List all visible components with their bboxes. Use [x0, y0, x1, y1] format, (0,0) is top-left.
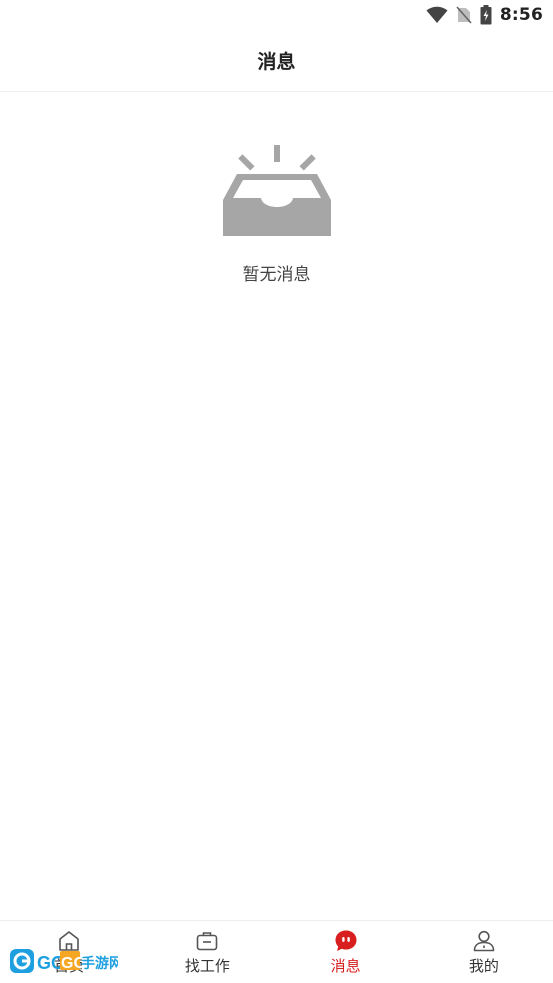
app-header: 消息 [0, 30, 553, 92]
no-sim-icon [456, 6, 472, 24]
status-time: 8:56 [499, 5, 543, 25]
nav-item-home[interactable]: 首页 [0, 921, 138, 983]
empty-inbox-icon [222, 145, 331, 236]
empty-state: 暂无消息 [0, 140, 553, 285]
briefcase-icon [197, 932, 218, 951]
status-bar: 8:56 [0, 0, 553, 30]
nav-item-messages[interactable]: 消息 [277, 921, 415, 983]
nav-label-home: 首页 [54, 957, 85, 975]
battery-charging-icon [480, 5, 492, 25]
chat-bubble-icon [335, 930, 357, 951]
empty-message-text: 暂无消息 [242, 265, 311, 285]
nav-label-jobs: 找工作 [184, 957, 230, 975]
user-icon [473, 930, 495, 952]
messages-screen: 8:56 消息 暂无消息 首页 找工作 消息 我的 GO GO 手游网 [0, 0, 553, 983]
nav-label-messages: 消息 [330, 957, 361, 975]
bottom-nav: 首页 找工作 消息 我的 [0, 920, 553, 983]
home-icon [59, 931, 79, 951]
nav-item-mine[interactable]: 我的 [415, 921, 553, 983]
wifi-icon [426, 6, 448, 23]
page-title: 消息 [257, 51, 296, 73]
nav-item-jobs[interactable]: 找工作 [138, 921, 276, 983]
nav-label-mine: 我的 [468, 957, 499, 975]
